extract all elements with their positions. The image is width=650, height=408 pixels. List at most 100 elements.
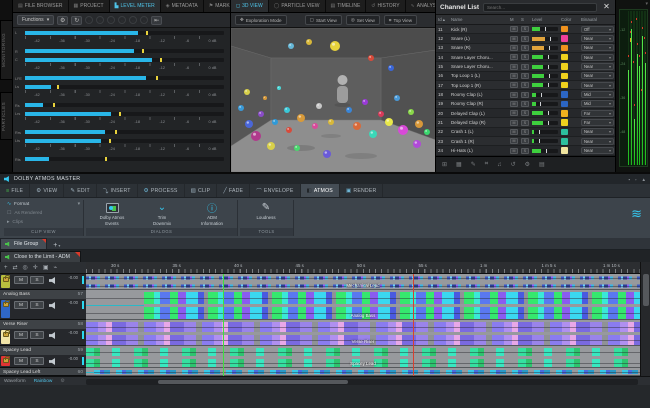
footer-tool-icon[interactable]: ⌗ bbox=[485, 161, 488, 168]
particle-sphere[interactable] bbox=[398, 125, 408, 135]
particle-sphere[interactable] bbox=[323, 150, 331, 158]
lock-icon[interactable] bbox=[3, 277, 9, 282]
footer-tool-icon[interactable]: ▤ bbox=[539, 161, 545, 168]
solo-button[interactable]: S bbox=[521, 129, 529, 135]
column-header-s[interactable]: S bbox=[521, 17, 532, 22]
horizontal-scroll-thumb[interactable] bbox=[158, 380, 348, 384]
track-name-bar[interactable]: Spacey Lead59 bbox=[0, 346, 86, 355]
channel-row[interactable]: 24Hi-Hats (L)MSNear▾ bbox=[436, 146, 616, 155]
ribbon-button-loudness[interactable]: ✎Loudness bbox=[243, 201, 289, 228]
column-header-level[interactable]: Level bbox=[532, 17, 561, 22]
binaural-dropdown[interactable]: Near▾ bbox=[581, 147, 614, 154]
footer-tool-icon[interactable]: ♫ bbox=[497, 162, 502, 168]
ribbon-tab-fade[interactable]: ╱Fade bbox=[217, 184, 250, 197]
binaural-dropdown[interactable]: Near▾ bbox=[581, 82, 614, 89]
side-tab-particles[interactable]: PARTICLES bbox=[0, 92, 13, 140]
particle-sphere[interactable] bbox=[369, 130, 377, 138]
particle-sphere[interactable] bbox=[316, 103, 322, 109]
particle-sphere[interactable] bbox=[286, 127, 292, 133]
mute-button[interactable]: M bbox=[510, 82, 518, 88]
window-control-icon[interactable]: ▪ bbox=[628, 177, 630, 182]
footer-tool-icon[interactable]: ⊞ bbox=[442, 161, 447, 168]
track-solo-button[interactable]: S bbox=[30, 357, 44, 365]
track-gain-value[interactable]: -0.00 bbox=[68, 275, 78, 280]
binaural-dropdown[interactable]: Near▾ bbox=[581, 138, 614, 145]
track-speaker-icon[interactable] bbox=[49, 332, 57, 339]
window-control-icon[interactable]: ▫ bbox=[635, 177, 637, 182]
view-tab-waveform[interactable]: Waveform bbox=[0, 379, 30, 384]
time-ruler[interactable]: 30 s35 s40 s45 s50 s55 s1 m1 m 5 s1 m 10… bbox=[86, 262, 640, 274]
document-tab[interactable]: Close to the Limit - ADM bbox=[0, 251, 81, 262]
tab-3d-view[interactable]: ◻3D VIEW bbox=[231, 0, 269, 12]
particle-sphere[interactable] bbox=[245, 120, 253, 128]
channel-row[interactable]: 17Top Loop 1 (R)MSNear▾ bbox=[436, 81, 616, 90]
binaural-dropdown[interactable]: Far▾ bbox=[581, 119, 614, 126]
track-mute-button[interactable]: M bbox=[14, 276, 28, 284]
color-swatch[interactable] bbox=[561, 91, 568, 98]
horizontal-scrollbar[interactable] bbox=[86, 379, 638, 385]
meter-bridge-menu-icon[interactable]: ▾ bbox=[645, 1, 648, 7]
3d-viewport[interactable] bbox=[231, 28, 436, 172]
waveform-lane[interactable]: Analog Bass bbox=[86, 290, 640, 320]
solo-button[interactable]: S bbox=[521, 54, 529, 60]
tab-timeline[interactable]: ▤TIMELINE bbox=[326, 0, 367, 12]
color-swatch[interactable] bbox=[561, 110, 568, 117]
track-name-bar[interactable]: Verse Riser58 bbox=[0, 320, 86, 329]
binaural-dropdown[interactable]: Mid▾ bbox=[581, 91, 614, 98]
channel-row[interactable]: 15Snare Layer Choru...MSNear▾ bbox=[436, 62, 616, 71]
particle-sphere[interactable] bbox=[244, 89, 250, 95]
track-gain-value[interactable]: -0.00 bbox=[68, 300, 78, 305]
view-button-set-view[interactable]: ◎Set View bbox=[346, 15, 380, 25]
binaural-dropdown[interactable]: Near▾ bbox=[581, 128, 614, 135]
mute-button[interactable]: M bbox=[510, 26, 518, 32]
gear-icon[interactable]: ⚙ bbox=[56, 378, 68, 384]
particle-sphere[interactable] bbox=[328, 119, 334, 125]
ribbon-tab-process[interactable]: ⚙Process bbox=[138, 184, 185, 197]
color-swatch[interactable] bbox=[561, 138, 568, 145]
particle-sphere[interactable] bbox=[263, 96, 267, 100]
particle-sphere[interactable] bbox=[306, 39, 312, 45]
color-swatch[interactable] bbox=[561, 82, 568, 89]
as-rendered-toggle[interactable]: ☐ As Rendered bbox=[4, 209, 83, 218]
column-header-color[interactable]: Color bbox=[561, 17, 581, 22]
mute-button[interactable]: M bbox=[510, 101, 518, 107]
color-swatch[interactable] bbox=[561, 63, 568, 70]
particle-sphere[interactable] bbox=[312, 123, 318, 129]
mute-button[interactable]: M bbox=[510, 148, 518, 154]
ribbon-tab-insert[interactable]: ⤵Insert bbox=[97, 184, 138, 197]
channel-row[interactable]: 22Crash 1 (L)MSNear▾ bbox=[436, 128, 616, 137]
solo-button[interactable]: S bbox=[521, 73, 529, 79]
track-tool-icon[interactable]: + bbox=[4, 265, 8, 271]
view-button-start-view[interactable]: ▢Start View bbox=[305, 15, 342, 25]
solo-button[interactable]: S bbox=[521, 92, 529, 98]
binaural-dropdown[interactable]: Mid▾ bbox=[581, 100, 614, 107]
solo-button[interactable]: S bbox=[521, 26, 529, 32]
particle-sphere[interactable] bbox=[415, 120, 423, 128]
ribbon-tab-envelope[interactable]: ⌒Envelope bbox=[250, 184, 300, 197]
waveform-lane[interactable]: Spacey Lead bbox=[86, 346, 640, 368]
color-swatch[interactable] bbox=[561, 26, 568, 33]
particle-sphere[interactable] bbox=[294, 145, 300, 151]
tab-project[interactable]: ▦PROJECT bbox=[69, 0, 110, 12]
solo-button[interactable]: S bbox=[521, 101, 529, 107]
track-solo-button[interactable]: S bbox=[30, 276, 44, 284]
ribbon-tab-view[interactable]: ⚙View bbox=[30, 184, 64, 197]
vertical-scroll-thumb[interactable] bbox=[643, 274, 649, 306]
vertical-scrollbar[interactable] bbox=[640, 262, 650, 376]
binaural-dropdown[interactable]: Near▾ bbox=[581, 54, 614, 61]
window-control-icon[interactable]: ▲ bbox=[642, 177, 646, 182]
track-header[interactable]: MS -0.00 bbox=[0, 274, 86, 290]
ribbon-tab-render[interactable]: ▣Render bbox=[340, 184, 384, 197]
channel-row[interactable]: 21Delayed Clap (R)MSFar▾ bbox=[436, 118, 616, 127]
particle-sphere[interactable] bbox=[413, 140, 421, 148]
track-solo-button[interactable]: S bbox=[30, 301, 44, 309]
particle-sphere[interactable] bbox=[251, 131, 261, 141]
color-swatch[interactable] bbox=[561, 101, 568, 108]
channel-row[interactable]: 18Roomy Clap (L)MSMid▾ bbox=[436, 90, 616, 99]
track-tool-icon[interactable]: ▣ bbox=[43, 264, 49, 271]
track-name-bar[interactable]: Analog Bass57 bbox=[0, 290, 86, 299]
particle-sphere[interactable] bbox=[284, 107, 290, 113]
particle-sphere[interactable] bbox=[238, 105, 244, 111]
track-solo-button[interactable]: S bbox=[30, 331, 44, 339]
color-swatch[interactable] bbox=[561, 147, 568, 154]
